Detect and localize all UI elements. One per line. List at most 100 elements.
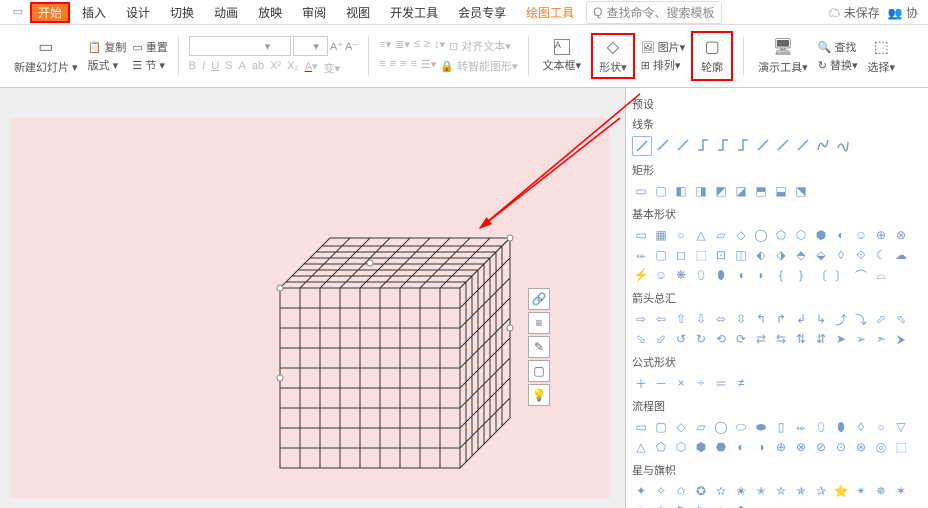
- shape-item[interactable]: ◪: [732, 182, 750, 200]
- shape-item[interactable]: ▱: [712, 226, 730, 244]
- shape-item[interactable]: △: [692, 226, 710, 244]
- qat-icon[interactable]: ▭: [10, 4, 26, 20]
- tab-design[interactable]: 设计: [118, 2, 158, 23]
- indent-right-icon[interactable]: ≥: [424, 38, 430, 54]
- tab-slideshow[interactable]: 放映: [250, 2, 290, 23]
- tab-drawing-tools[interactable]: 绘图工具: [518, 2, 582, 23]
- elbow-connector-shape[interactable]: [694, 136, 712, 154]
- shape-item[interactable]: ⬙: [812, 246, 830, 264]
- shape-item[interactable]: ✵: [872, 482, 890, 500]
- select-button[interactable]: ⬚选择▾: [864, 35, 900, 77]
- shape-item[interactable]: ⬄: [712, 310, 730, 328]
- shape-item[interactable]: ☺: [852, 226, 870, 244]
- shape-item[interactable]: ⬰: [632, 246, 650, 264]
- shape-item[interactable]: ⚑: [672, 502, 690, 508]
- shape-button[interactable]: ◇形状▾: [591, 33, 635, 79]
- elbow-double-shape[interactable]: [734, 136, 752, 154]
- shape-item[interactable]: ⟐: [852, 246, 870, 264]
- shape-item[interactable]: ⬠: [652, 438, 670, 456]
- shape-item[interactable]: ⊕: [772, 438, 790, 456]
- font-a-icon[interactable]: A: [239, 60, 246, 76]
- shape-item[interactable]: ⬁: [892, 310, 910, 328]
- shape-item[interactable]: ＝: [712, 374, 730, 392]
- shape-item[interactable]: ➣: [872, 330, 890, 348]
- present-tools-button[interactable]: 🖥演示工具▾: [754, 35, 812, 77]
- copy-icon[interactable]: 📋 复制: [88, 39, 127, 55]
- italic-icon[interactable]: I: [202, 60, 205, 76]
- scribble-shape[interactable]: [834, 136, 852, 154]
- slide[interactable]: 🔗 ≡ ✎ ▢ 💡: [10, 118, 610, 498]
- shape-item[interactable]: ⇅: [792, 330, 810, 348]
- shape-item[interactable]: ⬢: [692, 438, 710, 456]
- shape-item[interactable]: ⇆: [772, 330, 790, 348]
- shape-item[interactable]: ⬔: [792, 182, 810, 200]
- shape-item[interactable]: ⇩: [692, 310, 710, 328]
- font-combo[interactable]: ▾: [189, 36, 292, 56]
- shape-item[interactable]: －: [652, 374, 670, 392]
- shape-item[interactable]: ⇄: [752, 330, 770, 348]
- underline-icon[interactable]: U: [211, 60, 219, 76]
- shape-item[interactable]: ✸: [652, 502, 670, 508]
- find-button[interactable]: 🔍 查找: [818, 39, 858, 55]
- shape-item[interactable]: ↺: [672, 330, 690, 348]
- align-text-button[interactable]: ⊡ 对齐文本▾: [449, 38, 511, 54]
- shape-item[interactable]: ◗: [752, 266, 770, 284]
- shape-item[interactable]: ⊕: [872, 226, 890, 244]
- shape-item[interactable]: ◧: [672, 182, 690, 200]
- tab-view[interactable]: 视图: [338, 2, 378, 23]
- shape-item[interactable]: ◐: [732, 438, 750, 456]
- highlight-icon[interactable]: ab: [252, 60, 264, 76]
- shape-item[interactable]: 〕: [832, 266, 850, 284]
- float-layers-icon[interactable]: ≡: [528, 312, 550, 334]
- shape-item[interactable]: ⊗: [892, 226, 910, 244]
- freeform-shape[interactable]: [814, 136, 832, 154]
- smartart-button[interactable]: 🔒 转智能图形▾: [440, 58, 517, 74]
- shape-item[interactable]: {: [772, 266, 790, 284]
- shape-item[interactable]: ⬒: [752, 182, 770, 200]
- shape-item[interactable]: ⬡: [672, 438, 690, 456]
- shape-item[interactable]: ✫: [712, 482, 730, 500]
- line-arrow-shape[interactable]: [654, 136, 672, 154]
- bold-icon[interactable]: B: [189, 60, 196, 76]
- shape-item[interactable]: ⇳: [732, 310, 750, 328]
- shape-item[interactable]: ✬: [732, 482, 750, 500]
- tab-home[interactable]: 开始: [30, 2, 70, 23]
- shape-item[interactable]: ⇨: [632, 310, 650, 328]
- shape-item[interactable]: ◈: [712, 502, 730, 508]
- shape-item[interactable]: ⬭: [732, 418, 750, 436]
- clear-icon[interactable]: X²: [270, 60, 281, 76]
- indent-left-icon[interactable]: ≤: [414, 38, 420, 54]
- shape-item[interactable]: ⬚: [892, 438, 910, 456]
- shape-item[interactable]: ○: [872, 418, 890, 436]
- numbering-icon[interactable]: ≣▾: [395, 38, 410, 54]
- bullets-icon[interactable]: ≡▾: [379, 38, 391, 54]
- float-bulb-icon[interactable]: 💡: [528, 384, 550, 406]
- shape-item[interactable]: ⌓: [872, 266, 890, 284]
- shape-item[interactable]: ◇: [732, 226, 750, 244]
- cube-shape[interactable]: [270, 228, 530, 498]
- shape-item[interactable]: ⬮: [832, 418, 850, 436]
- shape-item[interactable]: ▢: [652, 418, 670, 436]
- shape-item[interactable]: ▱: [692, 418, 710, 436]
- shape-item[interactable]: ⬢: [812, 226, 830, 244]
- shape-item[interactable]: ○: [672, 226, 690, 244]
- shape-item[interactable]: ◐: [832, 226, 850, 244]
- shape-item[interactable]: ⟲: [712, 330, 730, 348]
- curve-double-shape[interactable]: [794, 136, 812, 154]
- arrange-button[interactable]: ⊞ 排列▾: [641, 57, 686, 73]
- strike-icon[interactable]: S: [225, 60, 232, 76]
- align-right-icon[interactable]: ≡: [400, 58, 406, 74]
- align-justify-icon[interactable]: ≡: [410, 58, 416, 74]
- shape-item[interactable]: ☾: [872, 246, 890, 264]
- columns-icon[interactable]: ☰▾: [421, 58, 436, 74]
- shape-item[interactable]: ◎: [872, 438, 890, 456]
- shape-item[interactable]: ↳: [812, 310, 830, 328]
- shape-item[interactable]: ⬃: [652, 330, 670, 348]
- float-frame-icon[interactable]: ▢: [528, 360, 550, 382]
- line-double-arrow-shape[interactable]: [674, 136, 692, 154]
- new-slide-button[interactable]: ▭新建幻灯片 ▾: [10, 35, 82, 77]
- shape-item[interactable]: ◖: [732, 266, 750, 284]
- shape-item[interactable]: }: [792, 266, 810, 284]
- picture-button[interactable]: 🖼 图片▾: [641, 39, 686, 55]
- shape-item[interactable]: ✶: [892, 482, 910, 500]
